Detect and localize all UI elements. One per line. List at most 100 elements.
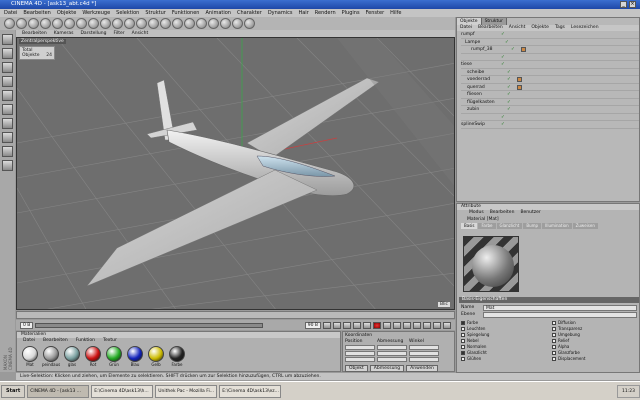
deformer-icon[interactable]	[208, 18, 219, 29]
array-icon[interactable]	[184, 18, 195, 29]
camera-icon[interactable]	[232, 18, 243, 29]
light-icon[interactable]	[244, 18, 255, 29]
pos-z-field[interactable]	[345, 357, 375, 362]
coordinate-system-icon[interactable]	[112, 18, 123, 29]
object-row[interactable]: rumpf ✓	[461, 31, 639, 39]
x-axis-icon[interactable]	[76, 18, 87, 29]
model-mode-icon[interactable]	[2, 34, 13, 45]
scene-icon[interactable]	[220, 18, 231, 29]
tab-basis[interactable]: Basis	[461, 223, 478, 229]
frame-slider[interactable]	[35, 322, 263, 328]
material-item[interactable]: Rot	[84, 346, 102, 367]
object-row[interactable]: rumpf_38 ✓	[461, 46, 639, 54]
apply-button[interactable]: Anwenden	[406, 365, 438, 372]
object-row[interactable]: flügelkasten ✓	[461, 99, 639, 106]
render-settings-icon[interactable]	[148, 18, 159, 29]
object-row[interactable]: querrad ✓	[461, 84, 639, 91]
coord-size-select[interactable]: Abmessung	[369, 365, 405, 372]
render-view-icon[interactable]	[124, 18, 135, 29]
prev-frame-icon[interactable]	[333, 321, 341, 329]
start-frame-field[interactable]: 0 B	[20, 321, 34, 329]
object-row[interactable]: scheibe ✓	[461, 69, 639, 76]
visibility-check-icon[interactable]: ✓	[507, 99, 517, 106]
visibility-check-icon[interactable]: ✓	[507, 69, 517, 76]
cube-icon[interactable]	[160, 18, 171, 29]
material-item[interactable]: glas	[63, 346, 81, 367]
rot-p-field[interactable]	[409, 351, 439, 356]
menu-hair[interactable]: Hair	[298, 9, 308, 17]
taskbar-item[interactable]: E:\Cinema 4D\ask13\ez...	[219, 384, 282, 398]
visibility-check-icon[interactable]: ✓	[501, 121, 511, 128]
goto-start-icon[interactable]	[323, 321, 331, 329]
tab-bump[interactable]: Bump	[523, 223, 542, 229]
material-tag-icon[interactable]	[517, 77, 522, 82]
object-row[interactable]: voederrad ✓	[461, 76, 639, 84]
viewport-menu-view[interactable]: Ansicht	[132, 30, 149, 37]
end-frame-field[interactable]: 90 B	[304, 321, 321, 329]
material-item[interactable]: Gelb	[147, 346, 165, 367]
play-icon[interactable]	[343, 321, 351, 329]
spline-icon[interactable]	[196, 18, 207, 29]
pos-x-field[interactable]	[345, 345, 375, 350]
visibility-check-icon[interactable]: ✓	[507, 84, 517, 91]
edge-mode-icon[interactable]	[2, 104, 13, 115]
start-button[interactable]: Start	[1, 384, 26, 398]
object-row[interactable]: tiese ✓	[461, 61, 639, 69]
object-row[interactable]: Lampe ✓	[461, 39, 639, 46]
size-y-field[interactable]	[377, 351, 407, 356]
taskbar-item[interactable]: CINEMA 4D - [ask13 ...	[27, 384, 90, 398]
channel-checkbox[interactable]: Glühen	[461, 356, 546, 362]
tab-structure[interactable]: Struktur	[481, 18, 507, 25]
menu-character[interactable]: Charakter	[237, 9, 262, 17]
rotation-key-icon[interactable]	[423, 321, 431, 329]
menu-animation[interactable]: Animation	[205, 9, 231, 17]
snap-icon[interactable]	[2, 146, 13, 157]
workplane-icon[interactable]	[2, 160, 13, 171]
render-picture-icon[interactable]	[136, 18, 147, 29]
material-item[interactable]: Mat	[21, 346, 39, 367]
taskbar-item[interactable]: E:\Cinema 4D\ask13\h...	[91, 384, 154, 398]
visibility-check-icon[interactable]: ✓	[507, 76, 517, 83]
object-row[interactable]: zubin ✓	[461, 106, 639, 114]
polygon-mode-icon[interactable]	[2, 118, 13, 129]
menu-structure[interactable]: Struktur	[145, 9, 165, 17]
coord-mode-select[interactable]: Objekt	[345, 365, 368, 372]
layer-input[interactable]	[483, 312, 637, 318]
material-item[interactable]: Blau	[126, 346, 144, 367]
object-mode-icon[interactable]	[2, 48, 13, 59]
z-axis-icon[interactable]	[100, 18, 111, 29]
texture-mode-icon[interactable]	[2, 62, 13, 73]
point-mode-icon[interactable]	[2, 90, 13, 101]
menu-help[interactable]: Hilfe	[390, 9, 401, 17]
material-menu-file[interactable]: Datei	[23, 338, 35, 344]
object-row[interactable]: ✓	[461, 114, 639, 121]
material-menu-texture[interactable]: Textur	[103, 338, 117, 344]
visibility-check-icon[interactable]: ✓	[505, 39, 515, 46]
menu-selection[interactable]: Selektion	[116, 9, 139, 17]
visibility-check-icon[interactable]: ✓	[501, 114, 511, 121]
object-row[interactable]: fliesen ✓	[461, 91, 639, 99]
visibility-check-icon[interactable]: ✓	[501, 61, 511, 68]
pla-key-icon[interactable]	[443, 321, 451, 329]
menu-window[interactable]: Fenster	[366, 9, 385, 17]
3d-viewport[interactable]: Zentralperspektive Total Objekte 24 Blic	[16, 37, 455, 310]
viewport-menu-cameras[interactable]: Kameras	[54, 30, 74, 37]
redo-icon[interactable]	[16, 18, 27, 29]
minimize-button[interactable]: _	[620, 1, 627, 8]
name-input[interactable]: Mat	[483, 305, 637, 311]
keyframe-icon[interactable]	[393, 321, 401, 329]
size-z-field[interactable]	[377, 357, 407, 362]
param-key-icon[interactable]	[433, 321, 441, 329]
menu-render[interactable]: Rendern	[315, 9, 336, 17]
material-item[interactable]: Farbe	[168, 346, 186, 367]
material-tag-icon[interactable]	[517, 84, 522, 90]
object-menu-bookmarks[interactable]: Lesezeichen	[571, 25, 599, 31]
material-item[interactable]: peindaus	[42, 346, 60, 367]
goto-end-icon[interactable]	[363, 321, 371, 329]
rot-h-field[interactable]	[409, 345, 439, 350]
close-button[interactable]: ×	[629, 1, 636, 8]
menu-tools[interactable]: Werkzeuge	[82, 9, 110, 17]
tweak-mode-icon[interactable]	[2, 132, 13, 143]
record-icon[interactable]	[373, 321, 381, 329]
scale-key-icon[interactable]	[413, 321, 421, 329]
